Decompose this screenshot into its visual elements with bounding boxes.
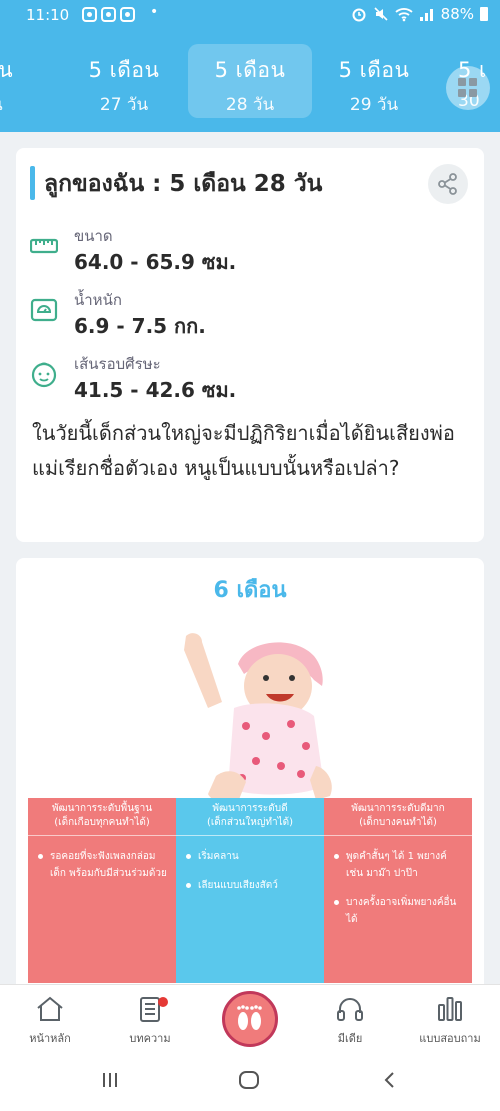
metric-value: 41.5 - 42.6 ซม. <box>74 378 237 402</box>
metric-label: ขนาด <box>74 227 113 245</box>
share-button[interactable] <box>428 164 468 204</box>
system-nav <box>0 1052 500 1111</box>
tab-days: 28 วัน <box>225 95 275 115</box>
signal-icon <box>419 9 433 21</box>
age-tabs: ดือน วัน 5 เดือน 27 วัน 5 เดือน 28 วัน 5… <box>0 32 500 132</box>
card-title: ลูกของฉัน : 5 เดือน 28 วัน <box>44 171 323 197</box>
baby-info-card: ลูกของฉัน : 5 เดือน 28 วัน ขนาด 64.0 - 6… <box>16 148 484 542</box>
column-header: พัฒนาการระดับดี (เด็กส่วนใหญ่ทำได้) <box>176 798 324 836</box>
metric-value: 6.9 - 7.5 กก. <box>74 314 206 338</box>
bottom-nav: หน้าหลัก บทความ มีเดีย แบบสอบถาม <box>0 984 500 1052</box>
metric-label: น้ำหนัก <box>74 291 122 309</box>
age-tab-selected[interactable]: 5 เดือน 28 วัน <box>188 44 312 118</box>
home-icon <box>37 996 63 1021</box>
tab-days: วัน <box>0 91 54 118</box>
crawling-baby-illustration <box>184 633 332 804</box>
age-tab[interactable]: ดือน วัน <box>0 44 54 118</box>
nav-home[interactable]: หน้าหลัก <box>0 995 100 1047</box>
status-time: 11:10 <box>26 6 70 24</box>
tab-days: 29 วัน <box>349 95 399 115</box>
more-notifications-dot: • <box>150 4 159 20</box>
tab-months: 5 เดือน <box>214 58 286 82</box>
home-system-icon[interactable] <box>238 1070 260 1090</box>
nav-label: หน้าหลัก <box>29 1032 71 1045</box>
mute-icon <box>374 7 388 21</box>
headphones-icon <box>337 998 363 1021</box>
column-header: พัฒนาการระดับดีมาก (เด็กบางคนทำได้) <box>324 798 472 836</box>
milestone-item: บางครั้งอาจเพิ่มพยางค์อื่นได้ <box>334 894 464 928</box>
metric-value: 64.0 - 65.9 ซม. <box>74 250 237 274</box>
baby-face-icon <box>31 362 57 388</box>
notification-icon <box>101 7 116 22</box>
ruler-icon <box>30 238 58 254</box>
milestone-infographic: 6 เดือน พัฒนาการระดับพื้นฐาน (เด็กเกือบท… <box>16 558 484 998</box>
age-tab[interactable]: 5 เดือน 27 วัน <box>62 44 186 118</box>
wifi-icon <box>395 8 413 22</box>
infographic-heading: 6 เดือน <box>213 578 287 603</box>
nav-survey[interactable]: แบบสอบถาม <box>400 995 500 1047</box>
battery-percent: 88% <box>440 5 474 23</box>
nav-label: บทความ <box>129 1032 171 1045</box>
milestone-item: เลียนแบบเสียงสัตว์ <box>186 877 316 894</box>
recent-apps-icon[interactable] <box>100 1070 120 1090</box>
notification-icons <box>82 7 135 22</box>
notification-badge <box>158 997 168 1007</box>
share-icon <box>438 173 457 195</box>
footprint-button[interactable] <box>222 991 278 1047</box>
tab-days: 27 วัน <box>99 95 149 115</box>
milestone-table: พัฒนาการระดับพื้นฐาน (เด็กเกือบทุกคนทำได… <box>28 798 472 983</box>
tab-months: 5 เดือน <box>88 58 160 82</box>
metric-label: เส้นรอบศีรษะ <box>74 355 161 373</box>
milestone-item: พูดคำสั้นๆ ได้ 1 พยางค์ เช่น มาม๊า ปาป๊า <box>334 848 464 882</box>
status-bar: 11:10 • 88% <box>0 0 500 32</box>
tab-months: ดือน <box>0 58 14 82</box>
tab-months: 5 เดือน <box>338 58 410 82</box>
bar-chart-icon <box>438 997 462 1021</box>
nav-label: แบบสอบถาม <box>419 1032 481 1045</box>
column-excellent: พัฒนาการระดับดีมาก (เด็กบางคนทำได้) พูดค… <box>324 798 472 983</box>
grid-menu-button[interactable] <box>446 66 490 110</box>
column-header: พัฒนาการระดับพื้นฐาน (เด็กเกือบทุกคนทำได… <box>28 798 176 836</box>
column-basic: พัฒนาการระดับพื้นฐาน (เด็กเกือบทุกคนทำได… <box>28 798 176 983</box>
notification-icon <box>82 7 97 22</box>
milestone-item: เริ่มคลาน <box>186 848 316 865</box>
nav-media[interactable]: มีเดีย <box>300 995 400 1047</box>
milestone-item: รอคอยที่จะฟังเพลงกล่อมเด็ก พร้อมกับมีส่ว… <box>38 848 168 882</box>
scale-icon <box>30 298 58 322</box>
age-tab[interactable]: 5 เดือน 29 วัน <box>312 44 436 118</box>
nav-articles[interactable]: บทความ <box>100 995 200 1047</box>
milestone-question: ในวัยนี้เด็กส่วนใหญ่จะมีปฏิกิริยาเมื่อได… <box>32 421 455 480</box>
title-accent <box>30 166 35 200</box>
alarm-icon <box>352 8 366 22</box>
column-good: พัฒนาการระดับดี (เด็กส่วนใหญ่ทำได้) เริ่… <box>176 798 324 983</box>
footprint-icon <box>237 1005 262 1030</box>
chat-notification-icon <box>120 7 135 22</box>
status-right: 88% <box>351 5 488 23</box>
battery-icon <box>480 7 488 21</box>
nav-label: มีเดีย <box>337 1032 363 1045</box>
back-icon[interactable] <box>380 1070 400 1090</box>
